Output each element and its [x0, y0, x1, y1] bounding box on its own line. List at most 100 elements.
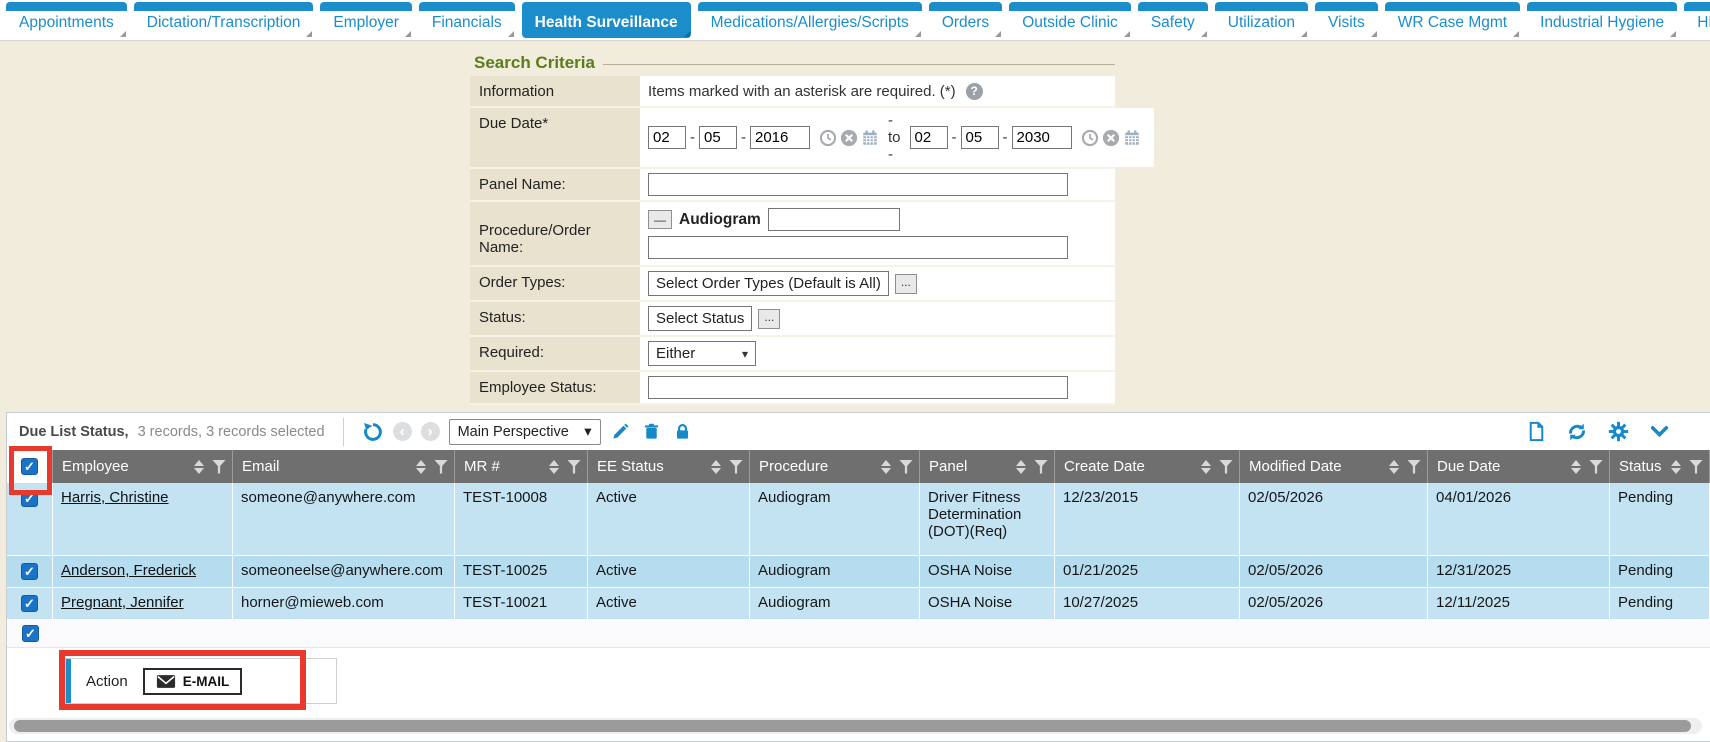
employee-link[interactable]: Pregnant, Jennifer [61, 594, 184, 611]
filter-icon[interactable] [899, 460, 913, 474]
modified-date-cell: 02/05/2026 [1240, 556, 1428, 587]
column-header-status[interactable]: Status [1610, 450, 1710, 483]
filter-icon[interactable] [1589, 460, 1603, 474]
tab-top-strip [1315, 2, 1378, 11]
tab-orders[interactable]: Orders [929, 2, 1002, 38]
sort-icon[interactable] [1571, 460, 1581, 474]
tab-industrial-hygiene[interactable]: Industrial Hygiene [1527, 2, 1677, 38]
horizontal-scrollbar[interactable] [9, 718, 1702, 734]
employee-status-input[interactable] [648, 376, 1068, 399]
create-date-cell: 01/21/2025 [1055, 556, 1240, 587]
clock-icon[interactable] [1081, 129, 1099, 147]
tab-utilization[interactable]: Utilization [1215, 2, 1308, 38]
employee-link[interactable]: Harris, Christine [61, 489, 169, 506]
tab-wr-case-mgmt[interactable]: WR Case Mgmt [1385, 2, 1520, 38]
filter-icon[interactable] [567, 460, 581, 474]
clear-date-icon[interactable] [840, 129, 858, 147]
filter-icon[interactable] [1219, 460, 1233, 474]
row-checkbox[interactable]: ✓ [21, 595, 38, 612]
status-picker-button[interactable]: ... [758, 309, 780, 329]
sort-icon[interactable] [881, 460, 891, 474]
column-header-email[interactable]: Email [233, 450, 455, 483]
procedure-cell: Audiogram [750, 483, 920, 555]
gear-icon [1608, 421, 1629, 442]
tab-safety[interactable]: Safety [1138, 2, 1208, 38]
sort-icon[interactable] [416, 460, 426, 474]
order-types-value[interactable]: Select Order Types (Default is All) [648, 271, 889, 296]
column-header-procedure[interactable]: Procedure [750, 450, 920, 483]
clock-icon[interactable] [819, 129, 837, 147]
tab-financials[interactable]: Financials [419, 2, 515, 38]
due-list-toolbar: Due List Status, 3 records, 3 records se… [7, 413, 1710, 450]
required-select[interactable]: Either ▾ [648, 341, 756, 366]
sort-icon[interactable] [194, 460, 204, 474]
tab-visits[interactable]: Visits [1315, 2, 1378, 38]
order-types-picker-button[interactable]: ... [895, 274, 917, 294]
filter-icon[interactable] [1689, 460, 1703, 474]
perspective-select[interactable]: Main Perspective ▾ [449, 419, 601, 445]
employee-link[interactable]: Anderson, Frederick [61, 562, 196, 579]
procedure-order-name-input[interactable] [648, 236, 1068, 259]
column-header-mr[interactable]: MR # [455, 450, 588, 483]
due-date-from-month-input[interactable] [648, 126, 686, 149]
sort-icon[interactable] [1671, 460, 1681, 474]
column-header-ee-status[interactable]: EE Status [588, 450, 750, 483]
footer-select-row: ✓ [7, 620, 1710, 648]
filter-icon[interactable] [1407, 460, 1421, 474]
calendar-icon[interactable] [1123, 129, 1141, 147]
delete-perspective-button[interactable] [641, 421, 663, 443]
sort-icon[interactable] [711, 460, 721, 474]
due-date-label: Due Date* [470, 108, 640, 167]
footer-checkbox[interactable]: ✓ [22, 625, 39, 642]
due-date-to-day-input[interactable] [961, 126, 999, 149]
scrollbar-thumb[interactable] [14, 720, 1691, 732]
panel-name-input[interactable] [648, 173, 1068, 196]
tab-appointments[interactable]: Appointments [6, 2, 127, 38]
undo-button[interactable] [362, 421, 384, 443]
help-icon[interactable]: ? [966, 83, 983, 100]
edit-perspective-button[interactable] [610, 421, 632, 443]
new-document-button[interactable] [1525, 421, 1547, 443]
tab-dictation-transcription[interactable]: Dictation/Transcription [134, 2, 314, 38]
sort-icon[interactable] [1201, 460, 1211, 474]
due-date-to-year-input[interactable] [1012, 126, 1072, 149]
sort-icon[interactable] [1016, 460, 1026, 474]
clear-date-icon[interactable] [1102, 129, 1120, 147]
column-header-modified-date[interactable]: Modified Date [1240, 450, 1428, 483]
tab-employer[interactable]: Employer [320, 2, 411, 38]
due-date-to-month-input[interactable] [910, 126, 948, 149]
filter-icon[interactable] [1034, 460, 1048, 474]
tab-health-surveillance[interactable]: Health Surveillance [522, 2, 691, 38]
row-checkbox[interactable]: ✓ [21, 563, 38, 580]
collapse-button[interactable] [1648, 421, 1670, 443]
column-header-employee[interactable]: Employee [53, 450, 233, 483]
procedure-chip-input[interactable] [768, 208, 900, 231]
chevron-down-icon [1649, 421, 1670, 442]
filter-icon[interactable] [434, 460, 448, 474]
column-header-due-date[interactable]: Due Date [1428, 450, 1610, 483]
due-date-from-year-input[interactable] [750, 126, 810, 149]
panel-cell: Driver Fitness Determination (DOT)(Req) [920, 483, 1055, 555]
calendar-icon[interactable] [861, 129, 879, 147]
tab-hr-data-feed[interactable]: HR Data Feed [1684, 2, 1710, 38]
column-header-panel[interactable]: Panel [920, 450, 1055, 483]
remove-procedure-button[interactable]: — [648, 210, 672, 229]
tab-outside-clinic[interactable]: Outside Clinic [1009, 2, 1131, 38]
tab-medications-allergies-scripts[interactable]: Medications/Allergies/Scripts [698, 2, 922, 38]
refresh-button[interactable] [1566, 421, 1588, 443]
column-header-create-date[interactable]: Create Date [1055, 450, 1240, 483]
previous-perspective-button[interactable]: ‹ [393, 422, 412, 441]
settings-button[interactable] [1607, 421, 1629, 443]
row-checkbox[interactable]: ✓ [21, 490, 38, 507]
sort-icon[interactable] [549, 460, 559, 474]
sort-icon[interactable] [1389, 460, 1399, 474]
filter-icon[interactable] [729, 460, 743, 474]
lock-perspective-button[interactable] [672, 421, 694, 443]
due-date-from-day-input[interactable] [699, 126, 737, 149]
select-all-checkbox[interactable]: ✓ [21, 458, 38, 475]
next-perspective-button[interactable]: › [421, 422, 440, 441]
status-value[interactable]: Select Status [648, 306, 752, 331]
filter-icon[interactable] [212, 460, 226, 474]
email-button[interactable]: E-MAIL [143, 668, 243, 695]
tab-label: Industrial Hygiene [1527, 11, 1677, 38]
